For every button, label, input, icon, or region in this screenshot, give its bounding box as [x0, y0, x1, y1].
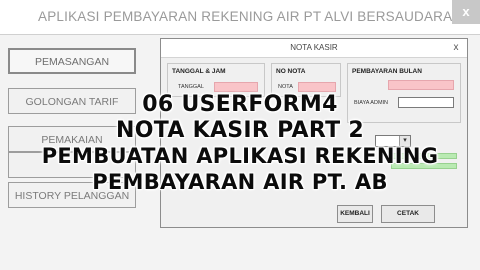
overlay-title-line-2: NOTA KASIR PART 2	[116, 118, 364, 143]
pembayaran-bulan-label: PEMBAYARAN BULAN	[352, 68, 422, 75]
tanggal-field[interactable]	[214, 82, 258, 92]
overlay-title-line-4: PEMBAYARAN AIR PT. AB	[92, 170, 388, 194]
overlay-title-line-1: 06 USERFORM4	[142, 92, 338, 117]
pemasangan-button[interactable]: PEMASANGAN	[8, 48, 136, 74]
nota-label: NOTA	[278, 84, 293, 90]
main-title-bar: APLIKASI PEMBAYARAN REKENING AIR PT ALVI…	[0, 0, 480, 35]
overlay-title-line-3: PEMBUATAN APLIKASI REKENING	[41, 144, 439, 168]
dialog-close-icon[interactable]: x	[449, 42, 463, 54]
nota-field[interactable]	[298, 82, 336, 92]
close-icon[interactable]: x	[452, 0, 480, 24]
nota-group-label: NO NOTA	[276, 68, 306, 75]
kembali-button[interactable]: KEMBALI	[337, 205, 373, 223]
app-title: APLIKASI PEMBAYARAN REKENING AIR PT ALVI…	[38, 9, 453, 24]
dialog-title: NOTA KASIR	[161, 39, 467, 58]
tanggal-label: TANGGAL	[178, 84, 204, 90]
cetak-button[interactable]: CETAK	[381, 205, 435, 223]
bulan-field[interactable]	[388, 80, 454, 90]
tanggal-group-label: TANGGAL & JAM	[172, 68, 226, 75]
